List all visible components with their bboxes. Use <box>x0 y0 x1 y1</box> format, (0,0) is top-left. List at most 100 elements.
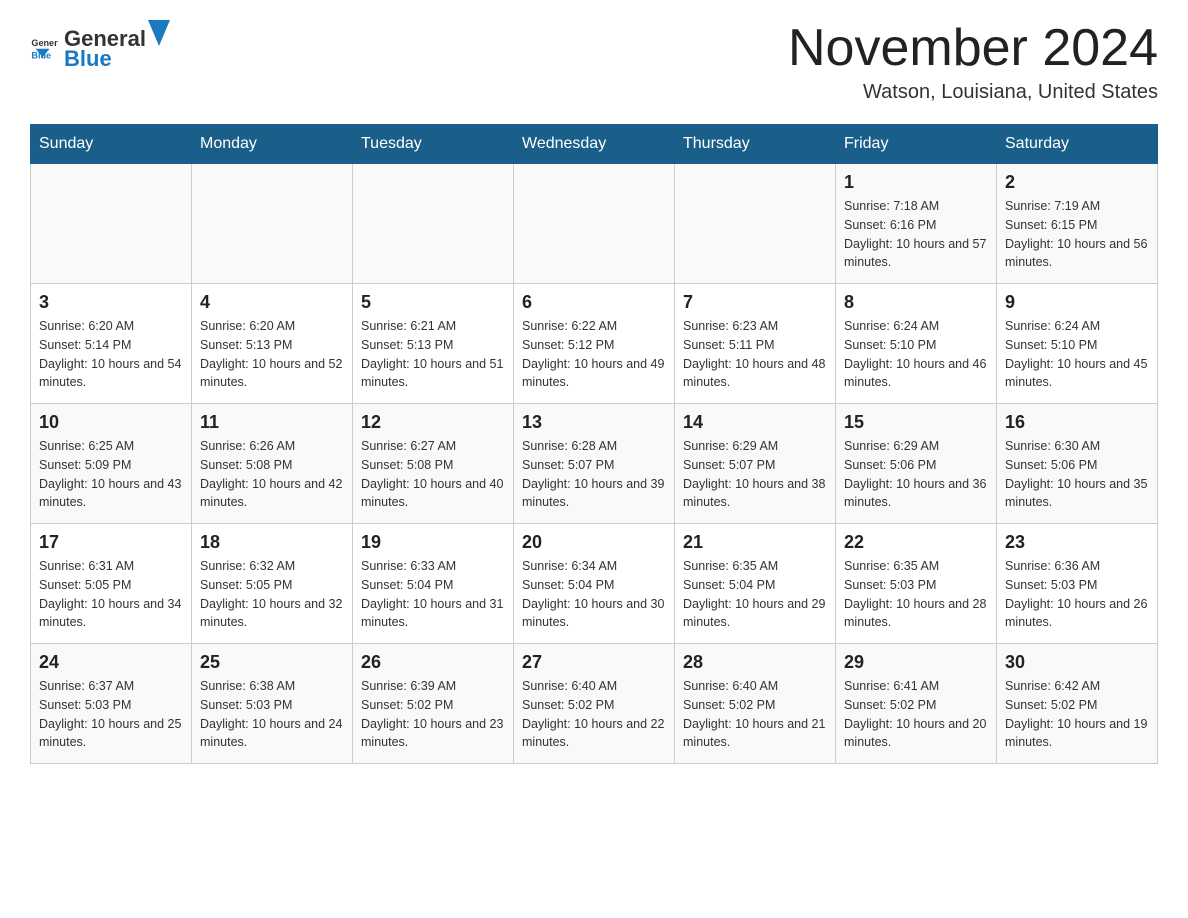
table-row <box>31 164 192 284</box>
calendar-row: 17Sunrise: 6:31 AM Sunset: 5:05 PM Dayli… <box>31 524 1158 644</box>
svg-text:Blue: Blue <box>31 51 51 60</box>
day-info: Sunrise: 6:34 AM Sunset: 5:04 PM Dayligh… <box>522 557 666 632</box>
day-info: Sunrise: 6:39 AM Sunset: 5:02 PM Dayligh… <box>361 677 505 752</box>
table-row: 11 Sunrise: 6:26 AM Sunset: 5:08 PM Dayli… <box>192 404 353 524</box>
col-friday: Friday <box>836 125 997 164</box>
table-row <box>514 164 675 284</box>
day-number: 25 <box>200 652 344 673</box>
table-row: 27Sunrise: 6:40 AM Sunset: 5:02 PM Dayli… <box>514 644 675 764</box>
table-row <box>675 164 836 284</box>
day-info: Sunrise: 6:24 AM Sunset: 5:10 PM Dayligh… <box>1005 317 1149 392</box>
table-row: 21 Sunrise: 6:35 AM Sunset: 5:04 PM Dayli… <box>675 524 836 644</box>
day-info: Sunrise: 6:26 AM Sunset: 5:08 PM Dayligh… <box>200 437 344 512</box>
logo: General Blue General Blue <box>30 20 172 72</box>
day-info: Sunrise: 6:36 AM Sunset: 5:03 PM Dayligh… <box>1005 557 1149 632</box>
title-section: November 2024 Watson, Louisiana, United … <box>788 20 1158 104</box>
day-number: 13 <box>522 412 666 433</box>
table-row: 3Sunrise: 6:20 AM Sunset: 5:14 PM Daylig… <box>31 284 192 404</box>
day-number: 19 <box>361 532 505 553</box>
day-number: 30 <box>1005 652 1149 673</box>
day-info: Sunrise: 6:33 AM Sunset: 5:04 PM Dayligh… <box>361 557 505 632</box>
col-saturday: Saturday <box>997 125 1158 164</box>
day-number: 24 <box>39 652 183 673</box>
day-info: Sunrise: 6:29 AM Sunset: 5:07 PM Dayligh… <box>683 437 827 512</box>
table-row: 25 Sunrise: 6:38 AM Sunset: 5:03 PM Dayli… <box>192 644 353 764</box>
col-sunday: Sunday <box>31 125 192 164</box>
day-info: Sunrise: 7:18 AM Sunset: 6:16 PM Dayligh… <box>844 197 988 272</box>
table-row: 22 Sunrise: 6:35 AM Sunset: 5:03 PM Dayli… <box>836 524 997 644</box>
table-row: 1Sunrise: 7:18 AM Sunset: 6:16 PM Daylig… <box>836 164 997 284</box>
table-row: 10Sunrise: 6:25 AM Sunset: 5:09 PM Dayli… <box>31 404 192 524</box>
table-row <box>353 164 514 284</box>
svg-text:General: General <box>31 38 58 48</box>
col-wednesday: Wednesday <box>514 125 675 164</box>
day-number: 17 <box>39 532 183 553</box>
day-number: 14 <box>683 412 827 433</box>
day-info: Sunrise: 6:27 AM Sunset: 5:08 PM Dayligh… <box>361 437 505 512</box>
day-info: Sunrise: 6:30 AM Sunset: 5:06 PM Dayligh… <box>1005 437 1149 512</box>
day-info: Sunrise: 6:22 AM Sunset: 5:12 PM Dayligh… <box>522 317 666 392</box>
table-row: 26 Sunrise: 6:39 AM Sunset: 5:02 PM Dayli… <box>353 644 514 764</box>
calendar-row: 24 Sunrise: 6:37 AM Sunset: 5:03 PM Dayli… <box>31 644 1158 764</box>
header-row: Sunday Monday Tuesday Wednesday Thursday… <box>31 125 1158 164</box>
day-info: Sunrise: 6:24 AM Sunset: 5:10 PM Dayligh… <box>844 317 988 392</box>
day-info: Sunrise: 6:32 AM Sunset: 5:05 PM Dayligh… <box>200 557 344 632</box>
day-info: Sunrise: 6:37 AM Sunset: 5:03 PM Dayligh… <box>39 677 183 752</box>
day-number: 23 <box>1005 532 1149 553</box>
logo-icon: General Blue <box>30 32 58 60</box>
table-row: 12 Sunrise: 6:27 AM Sunset: 5:08 PM Dayli… <box>353 404 514 524</box>
col-thursday: Thursday <box>675 125 836 164</box>
day-number: 29 <box>844 652 988 673</box>
day-number: 7 <box>683 292 827 313</box>
day-info: Sunrise: 7:19 AM Sunset: 6:15 PM Dayligh… <box>1005 197 1149 272</box>
calendar-row: 1Sunrise: 7:18 AM Sunset: 6:16 PM Daylig… <box>31 164 1158 284</box>
day-number: 11 <box>200 412 344 433</box>
table-row: 4 Sunrise: 6:20 AM Sunset: 5:13 PM Daylig… <box>192 284 353 404</box>
table-row: 16 Sunrise: 6:30 AM Sunset: 5:06 PM Dayli… <box>997 404 1158 524</box>
day-number: 26 <box>361 652 505 673</box>
day-number: 16 <box>1005 412 1149 433</box>
table-row: 13 Sunrise: 6:28 AM Sunset: 5:07 PM Dayli… <box>514 404 675 524</box>
table-row: 2Sunrise: 7:19 AM Sunset: 6:15 PM Daylig… <box>997 164 1158 284</box>
day-info: Sunrise: 6:25 AM Sunset: 5:09 PM Dayligh… <box>39 437 183 512</box>
day-info: Sunrise: 6:35 AM Sunset: 5:03 PM Dayligh… <box>844 557 988 632</box>
header: General Blue General Blue November 2024 … <box>30 20 1158 104</box>
logo-arrow-icon <box>148 20 170 46</box>
day-number: 27 <box>522 652 666 673</box>
table-row: 6Sunrise: 6:22 AM Sunset: 5:12 PM Daylig… <box>514 284 675 404</box>
day-number: 21 <box>683 532 827 553</box>
day-number: 22 <box>844 532 988 553</box>
table-row: 8 Sunrise: 6:24 AM Sunset: 5:10 PM Daylig… <box>836 284 997 404</box>
day-number: 4 <box>200 292 344 313</box>
table-row: 19 Sunrise: 6:33 AM Sunset: 5:04 PM Dayli… <box>353 524 514 644</box>
table-row: 7 Sunrise: 6:23 AM Sunset: 5:11 PM Daylig… <box>675 284 836 404</box>
month-title: November 2024 <box>788 20 1158 77</box>
table-row <box>192 164 353 284</box>
table-row: 17Sunrise: 6:31 AM Sunset: 5:05 PM Dayli… <box>31 524 192 644</box>
day-number: 28 <box>683 652 827 673</box>
day-info: Sunrise: 6:20 AM Sunset: 5:13 PM Dayligh… <box>200 317 344 392</box>
day-info: Sunrise: 6:21 AM Sunset: 5:13 PM Dayligh… <box>361 317 505 392</box>
day-info: Sunrise: 6:38 AM Sunset: 5:03 PM Dayligh… <box>200 677 344 752</box>
table-row: 30 Sunrise: 6:42 AM Sunset: 5:02 PM Dayli… <box>997 644 1158 764</box>
table-row: 18 Sunrise: 6:32 AM Sunset: 5:05 PM Dayli… <box>192 524 353 644</box>
day-info: Sunrise: 6:28 AM Sunset: 5:07 PM Dayligh… <box>522 437 666 512</box>
day-info: Sunrise: 6:42 AM Sunset: 5:02 PM Dayligh… <box>1005 677 1149 752</box>
day-number: 18 <box>200 532 344 553</box>
location-title: Watson, Louisiana, United States <box>788 81 1158 104</box>
logo-text-blue: Blue <box>64 46 112 71</box>
calendar-row: 3Sunrise: 6:20 AM Sunset: 5:14 PM Daylig… <box>31 284 1158 404</box>
day-info: Sunrise: 6:35 AM Sunset: 5:04 PM Dayligh… <box>683 557 827 632</box>
col-monday: Monday <box>192 125 353 164</box>
day-info: Sunrise: 6:29 AM Sunset: 5:06 PM Dayligh… <box>844 437 988 512</box>
day-number: 12 <box>361 412 505 433</box>
table-row: 15 Sunrise: 6:29 AM Sunset: 5:06 PM Dayli… <box>836 404 997 524</box>
table-row: 20Sunrise: 6:34 AM Sunset: 5:04 PM Dayli… <box>514 524 675 644</box>
day-number: 15 <box>844 412 988 433</box>
day-info: Sunrise: 6:23 AM Sunset: 5:11 PM Dayligh… <box>683 317 827 392</box>
day-number: 8 <box>844 292 988 313</box>
day-info: Sunrise: 6:40 AM Sunset: 5:02 PM Dayligh… <box>683 677 827 752</box>
day-number: 9 <box>1005 292 1149 313</box>
table-row: 14 Sunrise: 6:29 AM Sunset: 5:07 PM Dayli… <box>675 404 836 524</box>
day-info: Sunrise: 6:41 AM Sunset: 5:02 PM Dayligh… <box>844 677 988 752</box>
